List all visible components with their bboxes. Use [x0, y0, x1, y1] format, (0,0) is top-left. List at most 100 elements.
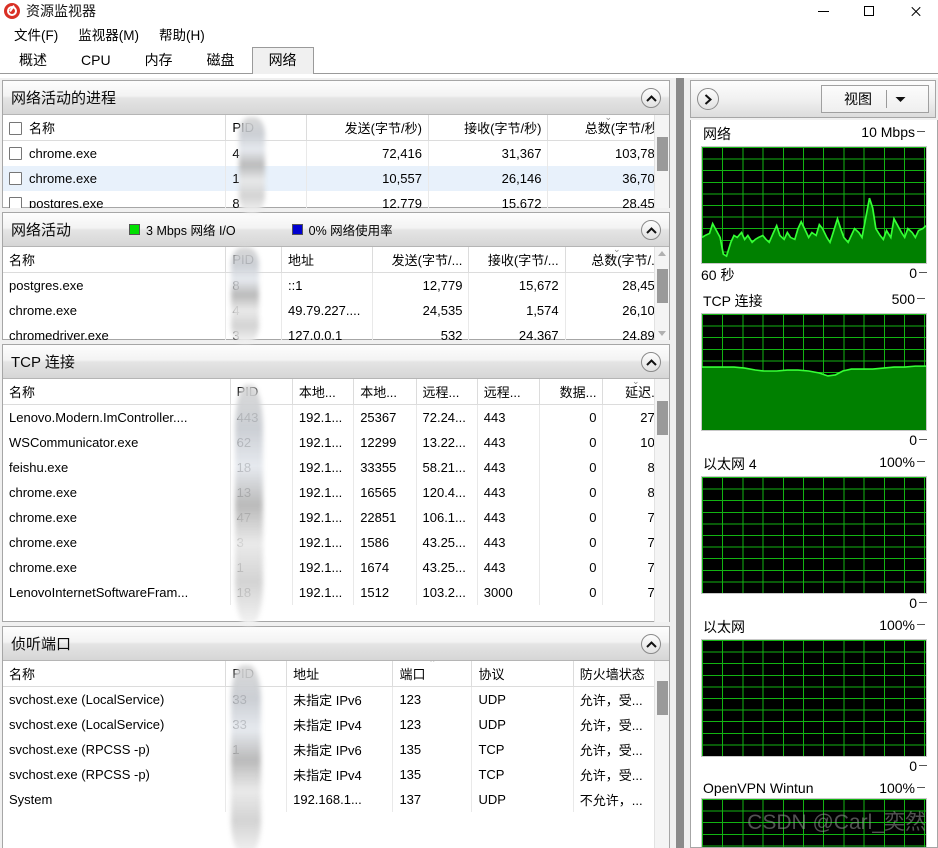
- menu-monitor[interactable]: 监视器(M): [68, 22, 149, 46]
- table-row[interactable]: postgres.exe 8 12,779 15,672 28,452: [3, 190, 669, 208]
- col-local-address[interactable]: 本地...: [292, 379, 355, 405]
- table-row[interactable]: svchost.exe (RPCSS -p) 未指定 IPv4 135 TCP …: [3, 762, 669, 787]
- col-name[interactable]: 名称: [3, 247, 227, 273]
- table-row[interactable]: chrome.exe 1 10,557 26,146 36,703: [3, 165, 669, 191]
- col-addr[interactable]: 地址: [286, 661, 394, 687]
- close-button[interactable]: [892, 0, 938, 22]
- row-checkbox[interactable]: [9, 196, 22, 208]
- scroll-down-arrow-icon[interactable]: [658, 331, 666, 336]
- collapse-chevron-icon[interactable]: [641, 220, 661, 240]
- legend-network-io: 3 Mbps 网络 I/O: [129, 220, 236, 239]
- tab-overview[interactable]: 概述: [2, 47, 64, 74]
- scrollbar-thumb[interactable]: [657, 401, 668, 435]
- chevron-down-icon: [895, 96, 906, 102]
- table-scrollbar[interactable]: [654, 661, 669, 848]
- col-port[interactable]: ⌃ 端口: [392, 661, 473, 687]
- graph-title: TCP 连接: [703, 293, 763, 309]
- col-total[interactable]: ⌄ 总数(字节/秒): [547, 115, 669, 141]
- graph-footer: 60 秒 0: [701, 264, 927, 285]
- table-row[interactable]: chrome.exe 3 192.1... 1586 43.25... 443 …: [3, 529, 669, 555]
- table-row[interactable]: chrome.exe 47 192.1... 22851 106.1... 44…: [3, 504, 669, 530]
- col-pid[interactable]: PID: [225, 247, 283, 273]
- cell-pid: [225, 762, 288, 787]
- col-protocol[interactable]: 协议: [471, 661, 574, 687]
- maximize-button[interactable]: [846, 0, 892, 22]
- row-checkbox[interactable]: [9, 171, 22, 185]
- col-total[interactable]: ⌄ 总数(字节/...: [565, 247, 669, 273]
- cell-local-address: 192.1...: [292, 454, 355, 480]
- table-row[interactable]: LenovoInternetSoftwareFram... 18 192.1..…: [3, 579, 669, 605]
- cell-remote-port: 443: [477, 404, 541, 430]
- col-pid[interactable]: PID: [225, 661, 288, 687]
- legend-swatch-usage-icon: [291, 224, 303, 235]
- menu-help[interactable]: 帮助(H): [149, 22, 215, 46]
- table-scrollbar[interactable]: [654, 379, 669, 622]
- panel-header-listening-ports[interactable]: 侦听端口: [3, 627, 669, 661]
- collapse-chevron-icon[interactable]: [641, 88, 661, 108]
- col-local-port[interactable]: 本地...: [353, 379, 417, 405]
- col-pid[interactable]: PID: [225, 115, 308, 141]
- table-row[interactable]: chrome.exe 13 192.1... 16565 120.4... 44…: [3, 479, 669, 505]
- cell-recv: 24,367: [468, 322, 566, 340]
- table-row[interactable]: Lenovo.Modern.ImController.... 443 192.1…: [3, 404, 669, 430]
- row-checkbox[interactable]: [9, 146, 22, 160]
- table-row[interactable]: postgres.exe 8 ::1 12,779 15,672 28,452: [3, 272, 669, 298]
- table-row[interactable]: System 192.168.1... 137 UDP 不允许，...: [3, 787, 669, 812]
- panel-header-network-processes[interactable]: 网络活动的进程: [3, 81, 669, 115]
- panel-header-tcp[interactable]: TCP 连接: [3, 345, 669, 379]
- cell-protocol: UDP: [471, 712, 574, 737]
- col-sent[interactable]: 发送(字节/秒): [306, 115, 429, 141]
- table-scrollbar[interactable]: [654, 115, 669, 208]
- table-row[interactable]: svchost.exe (LocalService) 33 未指定 IPv4 1…: [3, 712, 669, 737]
- cell-name: feishu.exe: [3, 454, 231, 480]
- table-row[interactable]: chrome.exe 4 72,416 31,367 103,784: [3, 140, 669, 166]
- tab-memory[interactable]: 内存: [128, 47, 190, 74]
- menu-file[interactable]: 文件(F): [4, 22, 68, 46]
- collapse-chevron-icon[interactable]: [641, 634, 661, 654]
- view-button[interactable]: 视图: [821, 85, 929, 113]
- col-name[interactable]: 名称: [3, 379, 231, 405]
- col-sent[interactable]: 发送(字节/...: [372, 247, 470, 273]
- table-scrollbar[interactable]: [654, 247, 669, 340]
- tab-network[interactable]: 网络: [251, 47, 314, 74]
- col-packet-loss[interactable]: 数据...: [539, 379, 604, 405]
- table-row[interactable]: chrome.exe 4 49.79.227.... 24,535 1,574 …: [3, 297, 669, 323]
- panel-header-network-activity[interactable]: 网络活动 3 Mbps 网络 I/O 0% 网络使用率: [3, 213, 669, 247]
- col-remote-address[interactable]: 远程...: [416, 379, 478, 405]
- cell-protocol: TCP: [471, 737, 574, 762]
- tab-cpu[interactable]: CPU: [64, 47, 128, 74]
- app-icon: [4, 3, 20, 19]
- scrollbar-thumb[interactable]: [657, 269, 668, 303]
- scrollbar-thumb[interactable]: [657, 137, 668, 171]
- cell-remote-port: 443: [477, 454, 541, 480]
- panel-title: 网络活动: [11, 222, 72, 239]
- tab-disk[interactable]: 磁盘: [190, 47, 252, 74]
- scroll-up-arrow-icon[interactable]: [658, 251, 666, 256]
- table-row[interactable]: svchost.exe (LocalService) 33 未指定 IPv6 1…: [3, 686, 669, 712]
- graph-title: OpenVPN Wintun: [703, 780, 814, 796]
- pane-splitter[interactable]: [672, 78, 688, 848]
- col-recv[interactable]: 接收(字节/...: [468, 247, 566, 273]
- select-all-checkbox[interactable]: [9, 122, 22, 135]
- col-recv[interactable]: 接收(字节/秒): [428, 115, 549, 141]
- graph-min-value: 0: [909, 758, 927, 774]
- cell-packet-loss: 0: [539, 529, 604, 555]
- collapse-chevron-icon[interactable]: [641, 352, 661, 372]
- table-row[interactable]: WSCommunicator.exe 62 192.1... 12299 13.…: [3, 429, 669, 455]
- cell-name: LenovoInternetSoftwareFram...: [3, 579, 231, 605]
- table-header-row: 名称 PID 本地... 本地... 远程... 远程... 数据... ⌄ 延迟…: [3, 379, 669, 405]
- expand-chevron-icon[interactable]: [697, 88, 719, 110]
- col-remote-port[interactable]: 远程...: [477, 379, 541, 405]
- scrollbar-thumb[interactable]: [657, 681, 668, 715]
- panel-tcp-connections: TCP 连接 名称 PID 本地... 本地... 远程... 远程... 数据…: [2, 344, 670, 625]
- table-row[interactable]: feishu.exe 18 192.1... 33355 58.21... 44…: [3, 454, 669, 480]
- table-row[interactable]: chrome.exe 1 192.1... 1674 43.25... 443 …: [3, 554, 669, 580]
- col-addr[interactable]: 地址: [281, 247, 374, 273]
- table-row[interactable]: chromedriver.exe 3 127.0.0.1 532 24,367 …: [3, 322, 669, 340]
- col-name[interactable]: 名称: [3, 115, 227, 141]
- col-pid[interactable]: PID: [230, 379, 293, 405]
- minimize-button[interactable]: [800, 0, 846, 22]
- col-name[interactable]: 名称: [3, 661, 227, 687]
- cell-local-address: 192.1...: [292, 554, 355, 580]
- table-row[interactable]: svchost.exe (RPCSS -p) 1 未指定 IPv6 135 TC…: [3, 737, 669, 762]
